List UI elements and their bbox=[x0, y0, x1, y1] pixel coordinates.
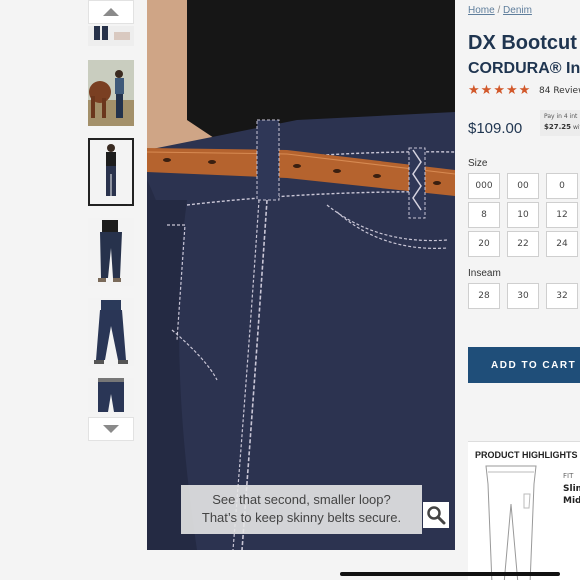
gallery-thumbnail[interactable] bbox=[88, 378, 134, 412]
caption-line: That’s to keep skinny belts secure. bbox=[201, 510, 402, 525]
home-indicator bbox=[340, 572, 560, 576]
rise-value: Mid bbox=[563, 496, 580, 506]
product-info-panel: Home / Denim DX Bootcut CORDURA® In ★ ★ … bbox=[468, 0, 580, 580]
thumbnail-image bbox=[90, 140, 132, 204]
size-option[interactable]: 24 bbox=[546, 231, 578, 257]
thumbnail-image bbox=[88, 60, 134, 126]
product-highlights-panel: PRODUCT HIGHLIGHTS FIT Slim Mid bbox=[468, 441, 580, 580]
size-option[interactable]: 22 bbox=[507, 231, 539, 257]
chevron-down-icon bbox=[103, 425, 119, 433]
size-option[interactable]: 8 bbox=[468, 202, 500, 228]
magnifier-icon bbox=[427, 506, 446, 525]
breadcrumb: Home / Denim bbox=[468, 5, 532, 16]
thumbnail-image bbox=[88, 26, 134, 46]
thumbnail-gallery bbox=[88, 0, 134, 450]
gallery-thumbnail-active[interactable] bbox=[88, 138, 134, 206]
inseam-label: Inseam bbox=[468, 268, 501, 279]
size-option[interactable]: 20 bbox=[468, 231, 500, 257]
installment-amount: $27.25 bbox=[544, 123, 572, 131]
star-icon: ★ bbox=[480, 83, 493, 98]
star-icon: ★ bbox=[493, 83, 505, 98]
gallery-thumbnail[interactable] bbox=[88, 298, 134, 366]
fit-label: FIT bbox=[563, 472, 574, 480]
caption-line: See that second, smaller loop? bbox=[212, 492, 391, 507]
breadcrumb-separator: / bbox=[497, 5, 501, 16]
fit-value: Slim bbox=[563, 484, 580, 494]
gallery-thumbnail[interactable] bbox=[88, 60, 134, 126]
highlights-title: PRODUCT HIGHLIGHTS bbox=[475, 450, 578, 460]
installment-badge[interactable]: Pay in 4 int $27.25 wit bbox=[540, 110, 580, 136]
size-option[interactable]: 0 bbox=[546, 173, 578, 199]
size-option[interactable]: 000 bbox=[468, 173, 500, 199]
jeans-fit-diagram-icon bbox=[485, 465, 537, 580]
thumbnail-image bbox=[88, 378, 134, 412]
star-icon: ★ bbox=[505, 83, 518, 98]
reviews-link[interactable]: 84 Review bbox=[539, 86, 580, 96]
size-option[interactable]: 12 bbox=[546, 202, 578, 228]
product-price: $109.00 bbox=[468, 120, 523, 137]
size-label: Size bbox=[468, 158, 488, 169]
thumbnail-image bbox=[88, 218, 134, 286]
star-icon: ★ bbox=[518, 83, 531, 98]
breadcrumb-category-link[interactable]: Denim bbox=[503, 5, 532, 16]
jeans-closeup-photo bbox=[147, 0, 455, 550]
main-product-image[interactable] bbox=[147, 0, 455, 550]
star-icon: ★ bbox=[468, 83, 480, 98]
inseam-option[interactable]: 32 bbox=[546, 283, 578, 309]
chevron-up-icon bbox=[103, 8, 119, 16]
zoom-button[interactable] bbox=[423, 502, 449, 528]
thumbnail-image bbox=[88, 298, 134, 366]
installment-text: Pay in 4 int bbox=[544, 113, 578, 120]
rating-stars[interactable]: ★ ★ ★ ★ ★ bbox=[468, 84, 530, 98]
image-caption: See that second, smaller loop? That’s to… bbox=[181, 485, 422, 534]
breadcrumb-home-link[interactable]: Home bbox=[468, 5, 495, 16]
gallery-thumbnail[interactable] bbox=[88, 26, 134, 46]
installment-amount-line: $27.25 wit bbox=[544, 122, 580, 133]
gallery-thumbnail[interactable] bbox=[88, 218, 134, 286]
size-option[interactable]: 00 bbox=[507, 173, 539, 199]
gallery-down-button[interactable] bbox=[88, 417, 134, 441]
gallery-up-button[interactable] bbox=[88, 0, 134, 24]
inseam-option[interactable]: 30 bbox=[507, 283, 539, 309]
inseam-option[interactable]: 28 bbox=[468, 283, 500, 309]
product-subtitle: CORDURA® In bbox=[468, 60, 580, 77]
add-to-cart-button[interactable]: ADD TO CART bbox=[468, 347, 580, 383]
product-title: DX Bootcut bbox=[468, 32, 577, 54]
size-option[interactable]: 10 bbox=[507, 202, 539, 228]
installment-suffix: wit bbox=[572, 124, 580, 131]
